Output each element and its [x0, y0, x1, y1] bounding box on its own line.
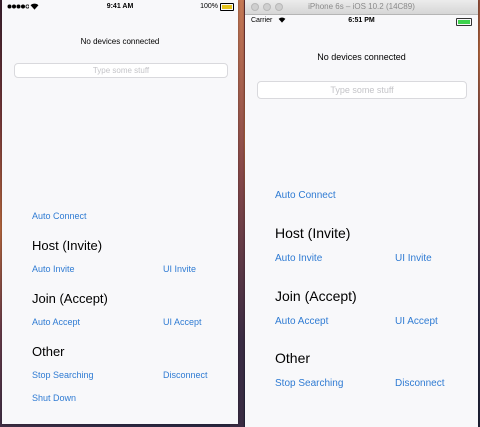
left-battery-percent: 100%: [200, 3, 218, 10]
ui-invite-button[interactable]: UI Invite: [395, 253, 432, 264]
simulator-window: iPhone 6s – iOS 10.2 (14C89) Carrier 6:5…: [245, 0, 478, 427]
text-input-field[interactable]: Type some stuff: [14, 63, 228, 78]
left-status-bar: 9:41 AM 100%: [2, 0, 238, 14]
auto-invite-button[interactable]: Auto Invite: [275, 253, 322, 264]
disconnect-button[interactable]: Disconnect: [163, 370, 208, 380]
window-titlebar[interactable]: iPhone 6s – iOS 10.2 (14C89): [245, 0, 478, 15]
host-section-title: Host (Invite): [32, 238, 103, 253]
ui-accept-button[interactable]: UI Accept: [163, 317, 202, 327]
left-device-screen: 9:41 AM 100% No devices connected Type s…: [2, 0, 238, 424]
stop-searching-button[interactable]: Stop Searching: [275, 378, 343, 389]
auto-connect-button[interactable]: Auto Connect: [32, 211, 87, 221]
host-section-title: Host (Invite): [275, 225, 351, 241]
text-input-field[interactable]: Type some stuff: [257, 81, 467, 99]
right-status-time: 6:51 PM: [348, 17, 375, 24]
auto-accept-button[interactable]: Auto Accept: [32, 317, 80, 327]
window-title: iPhone 6s – iOS 10.2 (14C89): [308, 2, 415, 11]
other-section-title: Other: [275, 350, 311, 366]
battery-icon: [220, 3, 234, 11]
ui-accept-button[interactable]: UI Accept: [395, 316, 438, 327]
auto-connect-button[interactable]: Auto Connect: [275, 190, 336, 201]
connection-status-label: No devices connected: [80, 37, 160, 46]
other-section-title: Other: [32, 344, 65, 359]
ui-invite-button[interactable]: UI Invite: [163, 264, 196, 274]
auto-accept-button[interactable]: Auto Accept: [275, 316, 328, 327]
battery-icon: [456, 18, 472, 26]
join-section-title: Join (Accept): [275, 288, 357, 304]
stop-searching-button[interactable]: Stop Searching: [32, 370, 94, 380]
connection-status-label: No devices connected: [317, 52, 406, 62]
shut-down-button[interactable]: Shut Down: [32, 393, 76, 403]
right-status-bar: Carrier 6:51 PM: [245, 15, 478, 27]
disconnect-button[interactable]: Disconnect: [395, 378, 444, 389]
auto-invite-button[interactable]: Auto Invite: [32, 264, 75, 274]
join-section-title: Join (Accept): [32, 291, 108, 306]
